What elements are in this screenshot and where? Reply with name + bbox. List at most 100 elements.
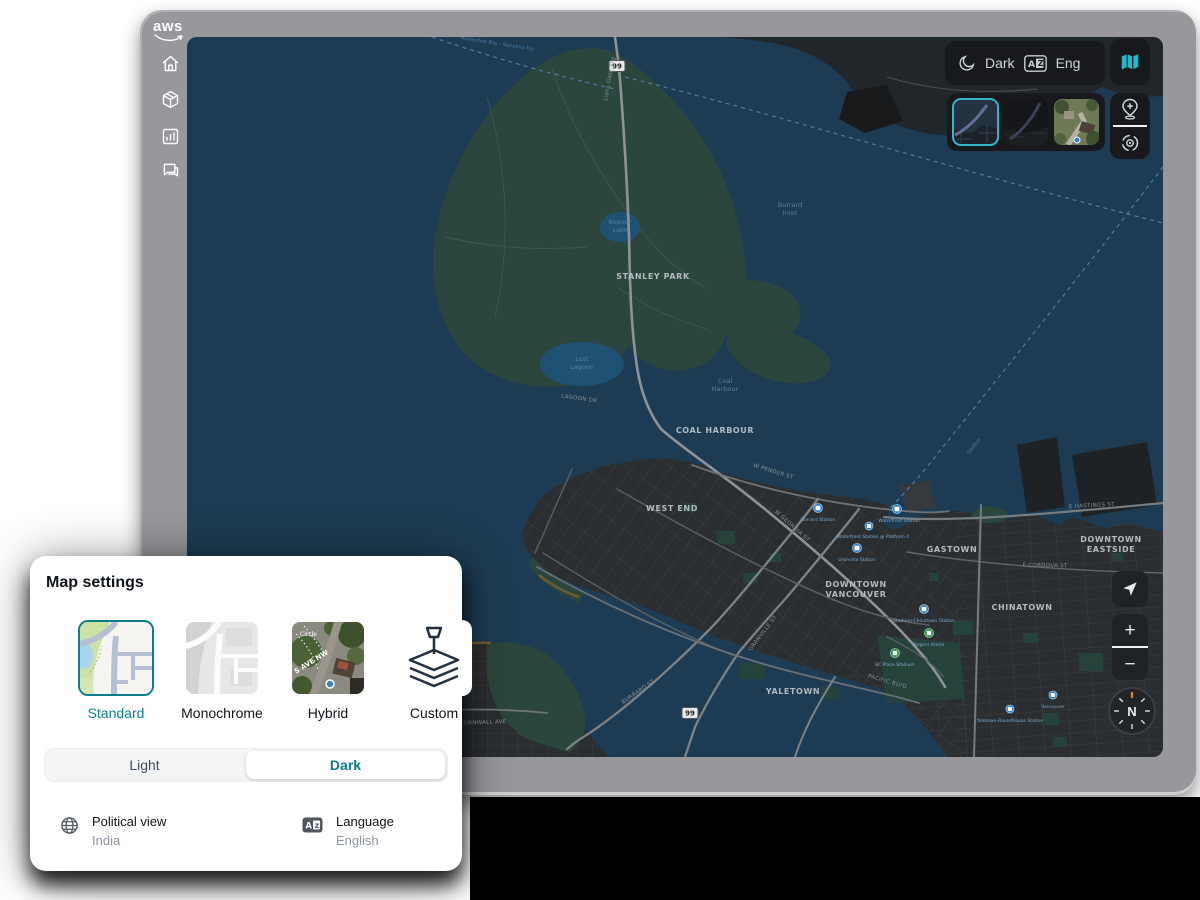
political-view-label: Political view (92, 814, 166, 829)
neighborhood-label: WEST END (646, 504, 698, 513)
neighborhood-label: DOWNTOWN (825, 580, 887, 589)
water-label: Inlet (783, 209, 798, 217)
sidebar-item-products[interactable] (160, 89, 181, 110)
map-icon (1119, 51, 1141, 73)
style-option-hybrid[interactable]: Circle S AVE NW Hybrid (278, 620, 378, 721)
map-tools (1110, 93, 1150, 159)
style-option-monochrome[interactable]: Monochrome (172, 620, 272, 721)
geofence-icon (1120, 133, 1140, 153)
theme-language-pill[interactable]: Dark A Z Eng (945, 41, 1105, 85)
zoom-in-button[interactable]: + (1112, 614, 1148, 646)
theme-label[interactable]: Dark (985, 55, 1015, 71)
neighborhood-label: GASTOWN (927, 545, 978, 554)
neighborhood-label: VANCOUVER (826, 590, 887, 599)
station-label: Vancouver (1041, 704, 1065, 710)
satellite-thumb-art (1054, 99, 1099, 145)
style-option-standard[interactable]: Standard (66, 620, 166, 721)
satellite-style-thumbnail[interactable] (1054, 99, 1099, 145)
hybrid-thumb-art: Circle S AVE NW (292, 622, 364, 694)
language-label[interactable]: Eng (1056, 55, 1081, 71)
water-label: Lake (612, 226, 627, 234)
language-setting[interactable]: A z Language English (302, 814, 394, 848)
neighborhood-label: EASTSIDE (1087, 545, 1136, 554)
road-label: E CORDOVA ST (1022, 563, 1067, 570)
monochrome-thumb (184, 620, 260, 696)
compass-control[interactable]: N (1108, 687, 1156, 735)
station-label: Waterfront Station @ Platform 4 (837, 534, 909, 540)
neighborhood-label: YALETOWN (765, 687, 820, 696)
language-setting-value: English (336, 833, 394, 848)
compass-north-label: N (1110, 689, 1154, 733)
locate-me-button[interactable] (1112, 571, 1148, 607)
package-icon (160, 89, 181, 110)
aws-smile-icon (154, 33, 184, 43)
style-option-custom[interactable]: Custom (384, 620, 484, 721)
monochrome-thumb-art (1004, 99, 1049, 145)
dark-thumb-art (953, 99, 998, 145)
globe-icon (60, 816, 79, 835)
style-thumbnails (947, 93, 1105, 151)
dark-option[interactable]: Dark (246, 751, 445, 779)
station-label: Yaletown-Roundhouse Station (976, 718, 1044, 724)
metrics-icon (160, 126, 181, 147)
geofence-button[interactable] (1110, 127, 1150, 159)
page-shadow-band (470, 797, 1200, 900)
chat-icon (160, 160, 181, 181)
color-scheme-toggle: Light Dark (44, 748, 448, 782)
moon-icon (958, 54, 976, 72)
water-label: Beaver (609, 218, 632, 226)
neighborhood-label: DOWNTOWN (1080, 535, 1142, 544)
map-style-button[interactable] (1110, 39, 1150, 85)
standard-thumb-art (80, 622, 152, 694)
sidebar-item-metrics[interactable] (160, 126, 181, 147)
pin-add-icon (1120, 98, 1140, 120)
panel-title: Map settings (46, 574, 144, 592)
hybrid-thumb: Circle S AVE NW (290, 620, 366, 696)
svg-text:99: 99 (685, 710, 695, 718)
station-label: Granville Station (838, 557, 876, 563)
political-view-value: India (92, 833, 166, 848)
water-label: Lagoon (570, 363, 594, 371)
svg-text:z: z (315, 821, 319, 830)
zoom-controls: + − (1112, 614, 1148, 680)
custom-thumb (396, 620, 472, 696)
map-settings-panel: Map settings Standard (30, 556, 462, 871)
zoom-out-button[interactable]: − (1112, 648, 1148, 680)
translate-icon: A Z (1024, 55, 1047, 72)
venue-label: BC Place Stadium (875, 662, 915, 668)
sidebar-item-chat[interactable] (160, 160, 181, 181)
dark-style-thumbnail[interactable] (953, 99, 998, 145)
monochrome-style-thumbnail[interactable] (1004, 99, 1049, 145)
water-label: Burrard (778, 201, 802, 209)
water-label: Coal (718, 377, 732, 385)
monochrome-thumb-art (186, 622, 258, 694)
neighborhood-label: COAL HARBOUR (676, 426, 754, 435)
home-icon (160, 53, 181, 74)
language-setting-label: Language (336, 814, 394, 829)
station-label: Stadium-Chinatown Station (893, 618, 955, 624)
translate-icon-dark: A z (302, 817, 323, 833)
svg-text:A: A (1028, 60, 1035, 70)
panel-meta-row: Political view India A z Language Englis… (30, 814, 462, 848)
navigation-arrow-icon (1121, 580, 1139, 598)
layers-pin-icon (400, 624, 468, 692)
political-view-setting[interactable]: Political view India (60, 814, 240, 848)
style-label-monochrome: Monochrome (172, 705, 272, 721)
aws-logo[interactable]: aws (153, 18, 183, 35)
light-option[interactable]: Light (45, 749, 244, 781)
add-place-button[interactable] (1110, 93, 1150, 125)
svg-text:A: A (305, 821, 312, 831)
station-label: Burrard Station (801, 517, 836, 523)
hybrid-thumb-circle-label: Circle (300, 631, 317, 638)
page: aws (0, 0, 1200, 900)
style-label-hybrid: Hybrid (278, 705, 378, 721)
style-label-custom: Custom (384, 705, 484, 721)
station-label: Waterfront Station (878, 518, 920, 524)
sidebar-item-home[interactable] (160, 53, 181, 74)
neighborhood-label: STANLEY PARK (616, 272, 690, 281)
neighborhood-label: CHINATOWN (992, 603, 1053, 612)
style-label-standard: Standard (66, 705, 166, 721)
water-label: Harbour (712, 385, 739, 393)
water-label: Lost (575, 355, 589, 363)
svg-text:Z: Z (1037, 59, 1043, 68)
